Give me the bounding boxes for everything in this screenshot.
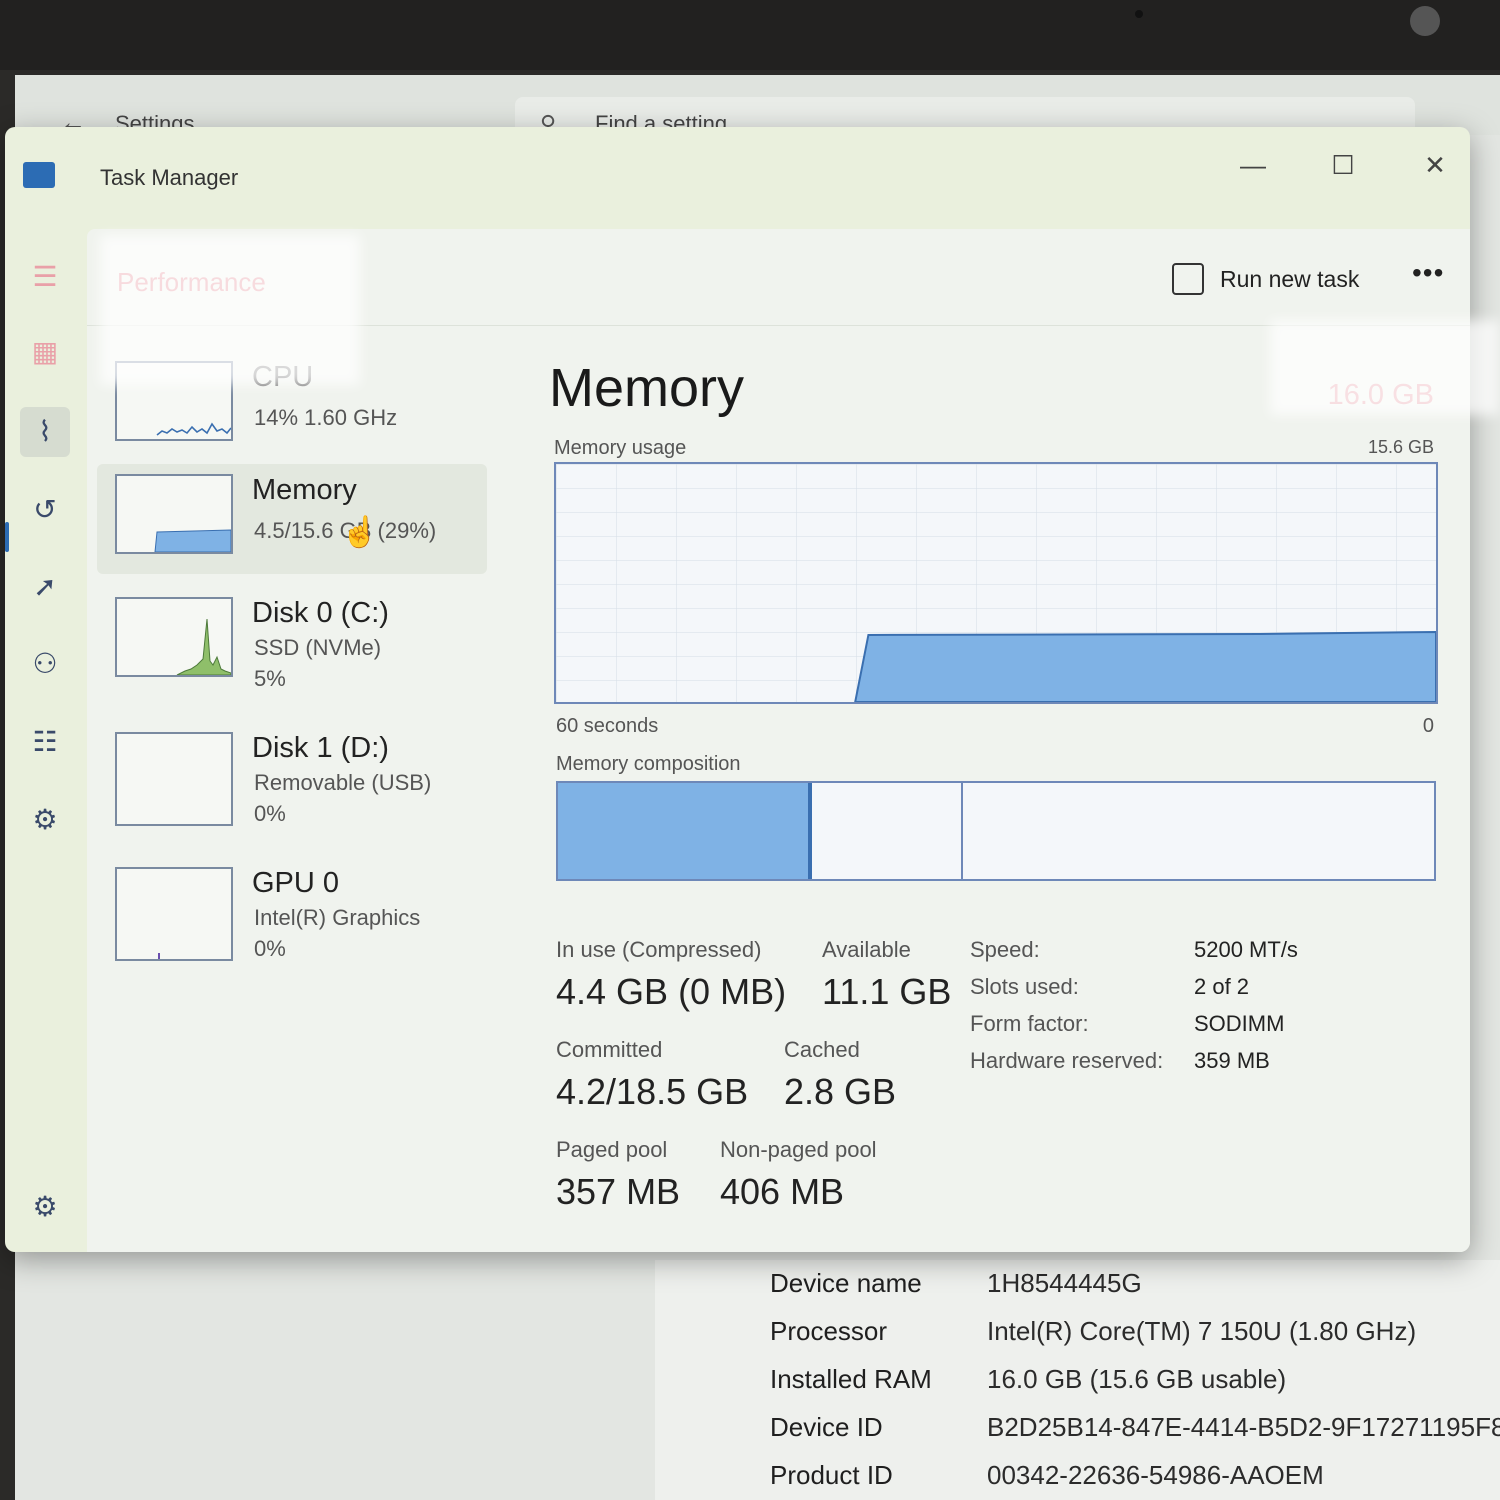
details-icon[interactable]: ☷ (20, 717, 70, 767)
gpu-thumbnail-graph (115, 867, 233, 961)
device-name: CPU (252, 361, 314, 393)
device-stat: 0% (254, 936, 286, 961)
startup-icon[interactable]: ➚ (20, 562, 70, 612)
cached-label: Cached (784, 1037, 860, 1062)
in-use-label: In use (Compressed) (556, 937, 762, 962)
paged-pool-value: 357 MB (556, 1171, 681, 1212)
device-id-label: Device ID (770, 1412, 883, 1442)
camera-sensor (1135, 10, 1143, 18)
device-stat: 14% 1.60 GHz (254, 405, 398, 430)
device-name-value: 1H8544445G (987, 1268, 1142, 1298)
in-use-value: 4.4 GB (0 MB) (556, 971, 787, 1012)
installed-ram-value: 16.0 GB (15.6 GB usable) (987, 1364, 1287, 1394)
close-button[interactable]: ✕ (1415, 145, 1455, 185)
memory-detail-panel: Memory 16.0 GB Memory usage 15.6 GB 60 s… (542, 329, 1452, 1229)
device-stat: 5% (254, 666, 286, 691)
processor-label: Processor (770, 1316, 888, 1346)
processor-value: Intel(R) Core(TM) 7 150U (1.80 GHz) (987, 1316, 1417, 1346)
hardware-reserved-label: Hardware reserved: (970, 1048, 1164, 1073)
committed-value: 4.2/18.5 GB (556, 1071, 749, 1112)
device-type: Intel(R) Graphics (254, 905, 421, 930)
available-value: 11.1 GB (822, 971, 952, 1012)
services-icon[interactable]: ⚙ (20, 795, 70, 845)
performance-icon[interactable]: ⌇ (20, 407, 70, 457)
device-item-disk0[interactable]: Disk 0 (C:) SSD (NVMe) 5% (97, 587, 487, 697)
users-icon[interactable]: ⚇ (20, 639, 70, 689)
memory-usage-max: 15.6 GB (1367, 437, 1434, 457)
disk1-thumbnail-graph (115, 732, 233, 826)
device-item-gpu0[interactable]: GPU 0 Intel(R) Graphics 0% (97, 857, 487, 967)
content-area: Performance Run new task ••• CPU 14% 1.6… (87, 229, 1470, 1252)
product-id-label: Product ID (770, 1460, 893, 1490)
processes-icon[interactable]: ▦ (20, 327, 70, 377)
non-paged-pool-label: Non-paged pool (720, 1137, 877, 1162)
device-name: GPU 0 (252, 867, 340, 899)
memory-thumbnail-graph (115, 474, 233, 554)
committed-label: Committed (556, 1037, 663, 1062)
speed-value: 5200 MT/s (1194, 937, 1298, 962)
device-name: Disk 0 (C:) (252, 597, 389, 629)
slots-used-label: Slots used: (970, 974, 1079, 999)
run-new-task-label: Run new task (1220, 265, 1360, 292)
page-title: Performance (117, 267, 266, 297)
history-icon[interactable]: ↺ (20, 485, 70, 535)
time-right-label: 0 (1422, 715, 1434, 737)
maximize-button[interactable]: ☐ (1323, 145, 1363, 185)
more-options-button[interactable]: ••• (1412, 257, 1444, 289)
task-manager-app-icon (23, 162, 55, 188)
device-item-cpu[interactable]: CPU 14% 1.60 GHz (97, 351, 487, 461)
memory-composition-bar (556, 781, 1436, 881)
device-specifications: Device name 1H8544445G Processor Intel(R… (655, 1260, 1500, 1500)
task-manager-window: Task Manager — ☐ ✕ ☰ ▦ ⌇ ↺ ➚ ⚇ ☷ ⚙ ⚙ Per… (5, 127, 1470, 1252)
cpu-thumbnail-graph (115, 361, 233, 441)
hamburger-icon[interactable]: ☰ (20, 252, 70, 302)
laptop-bezel (0, 0, 1500, 70)
composition-in-use (558, 783, 808, 879)
navigation-rail: ☰ ▦ ⌇ ↺ ➚ ⚇ ☷ ⚙ ⚙ (5, 227, 85, 1237)
form-factor-label: Form factor: (970, 1011, 1089, 1036)
device-type: SSD (NVMe) (254, 635, 382, 660)
total-memory: 16.0 GB (1327, 379, 1434, 411)
hardware-reserved-value: 359 MB (1194, 1048, 1270, 1073)
device-item-disk1[interactable]: Disk 1 (D:) Removable (USB) 0% (97, 722, 487, 832)
form-factor-value: SODIMM (1194, 1011, 1285, 1036)
slots-used-value: 2 of 2 (1194, 974, 1250, 999)
non-paged-pool-value: 406 MB (720, 1171, 845, 1212)
settings-header: ← Settings ⚲ Find a setting (15, 75, 1500, 145)
device-type: Removable (USB) (254, 770, 432, 795)
paged-pool-label: Paged pool (556, 1137, 668, 1162)
device-id-value: B2D25B14-847E-4414-B5D2-9F17271195F8 (987, 1412, 1500, 1442)
device-name: Disk 1 (D:) (252, 732, 389, 764)
installed-ram-label: Installed RAM (770, 1364, 932, 1394)
window-title: Task Manager (100, 165, 239, 190)
disk0-thumbnail-graph (115, 597, 233, 677)
header-divider (87, 325, 1470, 326)
time-left-label: 60 seconds (556, 715, 659, 737)
device-stat: 0% (254, 801, 286, 826)
memory-usage-area (854, 630, 1436, 702)
device-name-label: Device name (770, 1268, 922, 1298)
composition-standby-divider (960, 783, 963, 879)
device-item-memory[interactable]: Memory 4.5/15.6 GB (29%) (97, 464, 487, 574)
composition-modified (807, 783, 813, 879)
settings-icon[interactable]: ⚙ (20, 1182, 70, 1232)
cached-value: 2.8 GB (784, 1071, 897, 1112)
detail-title: Memory (549, 358, 745, 418)
memory-composition-label: Memory composition (556, 753, 741, 775)
run-new-task-button[interactable]: Run new task (1172, 259, 1359, 299)
memory-usage-label: Memory usage (554, 437, 687, 459)
active-indicator (5, 522, 9, 552)
hand-cursor-icon: ☝ (341, 516, 379, 549)
product-id-value: 00342-22636-54986-AAOEM (987, 1460, 1324, 1490)
memory-usage-graph (554, 462, 1438, 704)
device-name: Memory (252, 474, 357, 506)
available-label: Available (822, 937, 911, 962)
camera (1410, 6, 1440, 36)
speed-label: Speed: (970, 937, 1040, 962)
run-task-icon (1172, 263, 1204, 295)
minimize-button[interactable]: — (1233, 145, 1273, 185)
